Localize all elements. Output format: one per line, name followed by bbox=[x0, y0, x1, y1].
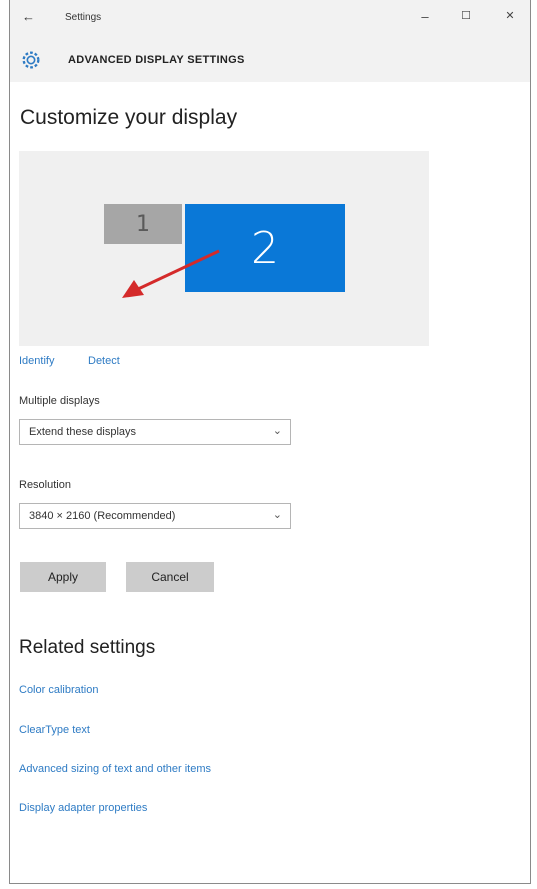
title-bar: ← Settings – ☐ ✕ bbox=[10, 0, 530, 38]
display-adapter-properties-link[interactable]: Display adapter properties bbox=[19, 802, 147, 814]
resolution-value: 3840 × 2160 (Recommended) bbox=[29, 510, 176, 522]
close-button[interactable]: ✕ bbox=[500, 9, 520, 22]
identify-link[interactable]: Identify bbox=[19, 355, 54, 367]
apply-button[interactable]: Apply bbox=[20, 562, 106, 592]
detect-link[interactable]: Detect bbox=[88, 355, 120, 367]
minimize-button[interactable]: – bbox=[415, 9, 435, 24]
display-arrangement-preview: 1 2 bbox=[19, 151, 429, 346]
multiple-displays-value: Extend these displays bbox=[29, 426, 137, 438]
page-header: ADVANCED DISPLAY SETTINGS bbox=[10, 38, 530, 82]
resolution-dropdown[interactable]: 3840 × 2160 (Recommended) ⌄ bbox=[19, 503, 291, 529]
cancel-button[interactable]: Cancel bbox=[126, 562, 214, 592]
color-calibration-link[interactable]: Color calibration bbox=[19, 684, 98, 696]
window-title: Settings bbox=[65, 12, 102, 23]
multiple-displays-dropdown[interactable]: Extend these displays ⌄ bbox=[19, 419, 291, 445]
back-arrow-icon[interactable]: ← bbox=[22, 9, 35, 24]
chevron-down-icon: ⌄ bbox=[272, 425, 282, 437]
annotation-arrow-icon bbox=[122, 249, 220, 298]
advanced-sizing-link[interactable]: Advanced sizing of text and other items bbox=[19, 763, 211, 775]
chevron-down-icon: ⌄ bbox=[272, 509, 282, 521]
multiple-displays-label: Multiple displays bbox=[19, 395, 100, 407]
maximize-button[interactable]: ☐ bbox=[456, 9, 476, 22]
monitor-1-tile[interactable]: 1 bbox=[104, 204, 182, 244]
page-title: Customize your display bbox=[20, 106, 238, 129]
gear-icon bbox=[22, 51, 40, 69]
cleartype-text-link[interactable]: ClearType text bbox=[19, 724, 90, 736]
page-header-title: ADVANCED DISPLAY SETTINGS bbox=[68, 54, 245, 66]
related-settings-heading: Related settings bbox=[19, 637, 156, 658]
resolution-label: Resolution bbox=[19, 479, 71, 491]
settings-window: ← Settings – ☐ ✕ ADVANCED DISPLAY SETTIN… bbox=[9, 0, 531, 884]
